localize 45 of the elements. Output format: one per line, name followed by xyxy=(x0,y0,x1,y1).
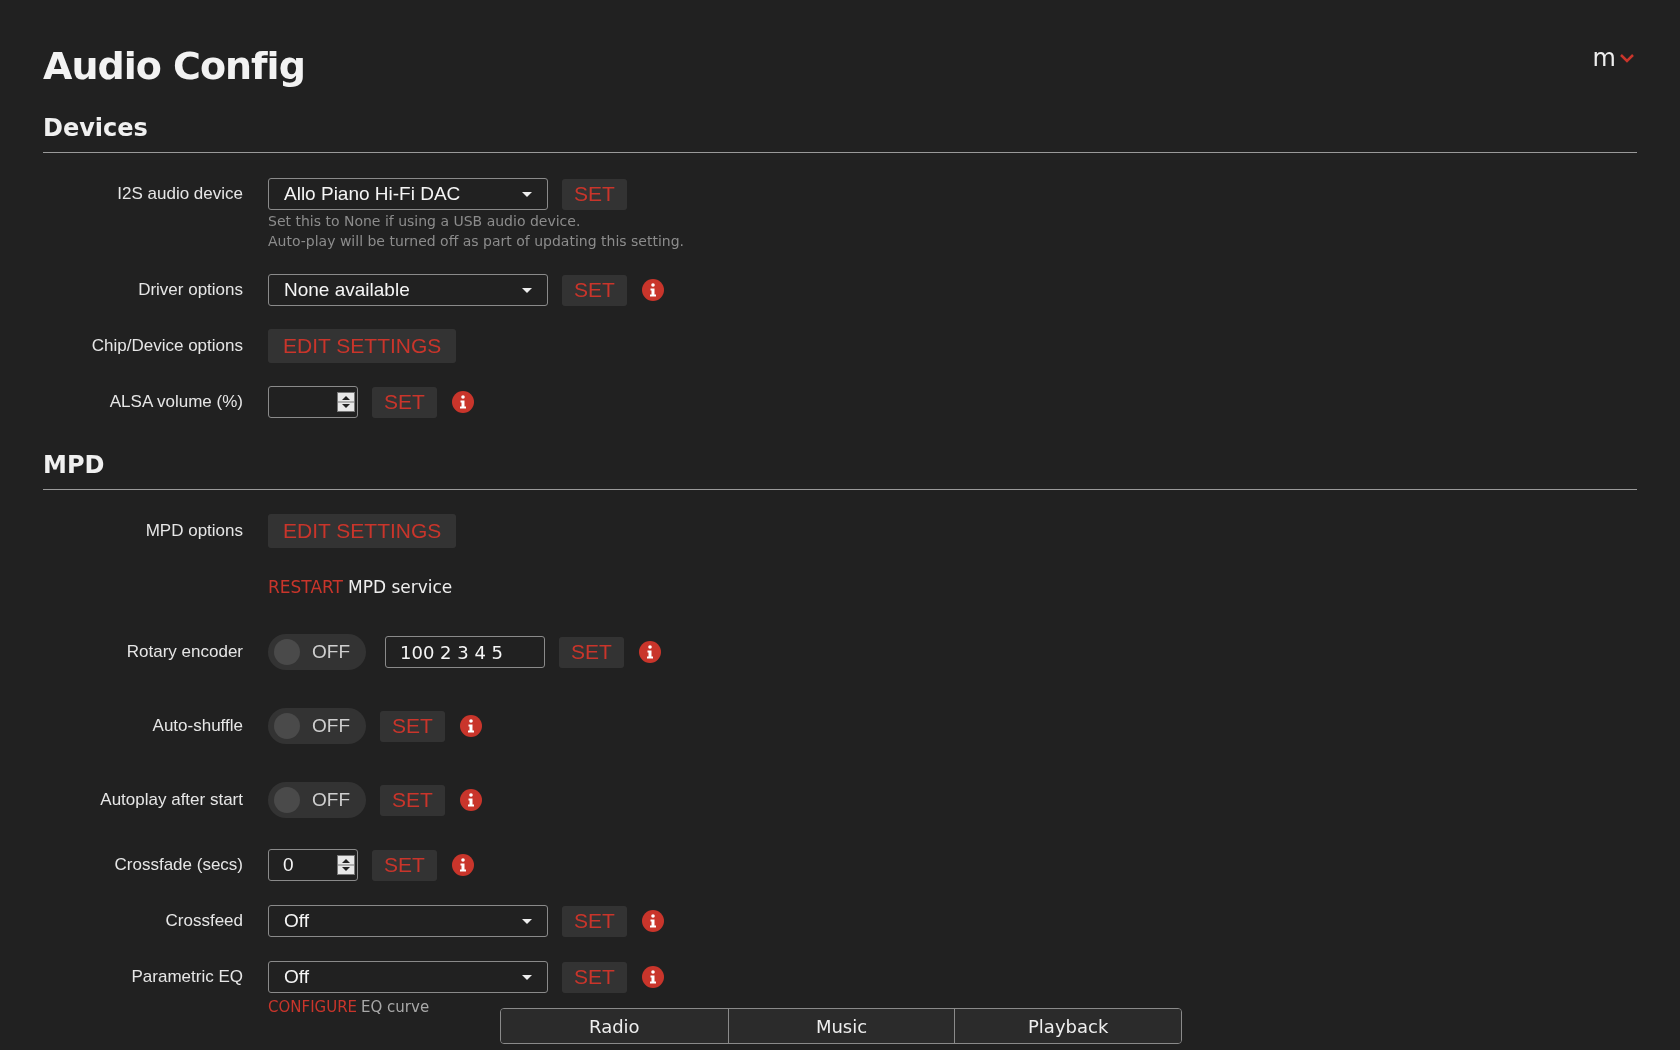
toggle-switch[interactable]: OFF xyxy=(268,634,366,670)
text-input[interactable]: 100 2 3 4 5 xyxy=(385,636,545,668)
spinner-arrows-icon[interactable] xyxy=(337,392,355,412)
info-icon[interactable] xyxy=(458,714,483,738)
spinner-arrows-icon[interactable] xyxy=(337,855,355,875)
setting-label: Rotary encoder xyxy=(125,642,243,662)
number-input[interactable]: 0 xyxy=(268,849,358,881)
dropdown-caret-icon xyxy=(521,917,533,925)
info-icon[interactable] xyxy=(637,640,662,664)
info-icon[interactable] xyxy=(450,390,475,414)
info-icon[interactable] xyxy=(640,278,665,302)
info-icon[interactable] xyxy=(450,853,475,877)
link-caption: MPD service xyxy=(348,577,453,597)
setting-label: Driver options xyxy=(137,280,243,300)
number-input[interactable] xyxy=(268,386,358,418)
setting-label: Crossfeed xyxy=(164,911,243,931)
chevron-down-icon xyxy=(1619,53,1635,63)
dropdown-select[interactable]: None available xyxy=(268,274,548,306)
section-heading: Devices xyxy=(43,114,1637,153)
setting-label: Crossfade (secs) xyxy=(113,855,243,875)
dropdown-caret-icon xyxy=(521,286,533,294)
section-heading: MPD xyxy=(43,451,1637,490)
info-icon[interactable] xyxy=(640,909,665,933)
help-text: Auto-play will be turned off as part of updating this setting. xyxy=(268,232,685,251)
nav-tab[interactable]: Playback xyxy=(954,1009,1181,1043)
setting-label: Auto-shuffle xyxy=(151,716,243,736)
dropdown-select[interactable]: Off xyxy=(268,905,548,937)
setting-label: Parametric EQ xyxy=(130,967,243,987)
toggle-switch[interactable]: OFF xyxy=(268,708,366,744)
setting-label: ALSA volume (%) xyxy=(108,392,243,412)
toggle-switch[interactable]: OFF xyxy=(268,782,366,818)
page-title: Audio Config xyxy=(43,44,305,88)
help-text: Set this to None if using a USB audio device. xyxy=(268,212,582,231)
link-caption: EQ curve xyxy=(361,998,430,1016)
info-icon[interactable] xyxy=(640,965,665,989)
dropdown-caret-icon xyxy=(521,973,533,981)
setting-label: MPD options xyxy=(144,521,243,541)
dropdown-caret-icon xyxy=(521,190,533,198)
setting-label: Chip/Device options xyxy=(90,336,243,356)
info-icon[interactable] xyxy=(458,788,483,812)
dropdown-select[interactable]: Off xyxy=(268,961,548,993)
setting-label: I2S audio device xyxy=(116,184,243,204)
menu-button[interactable]: m xyxy=(1592,44,1635,72)
setting-label: Autoplay after start xyxy=(99,790,243,810)
dropdown-select[interactable]: Allo Piano Hi-Fi DAC xyxy=(268,178,548,210)
